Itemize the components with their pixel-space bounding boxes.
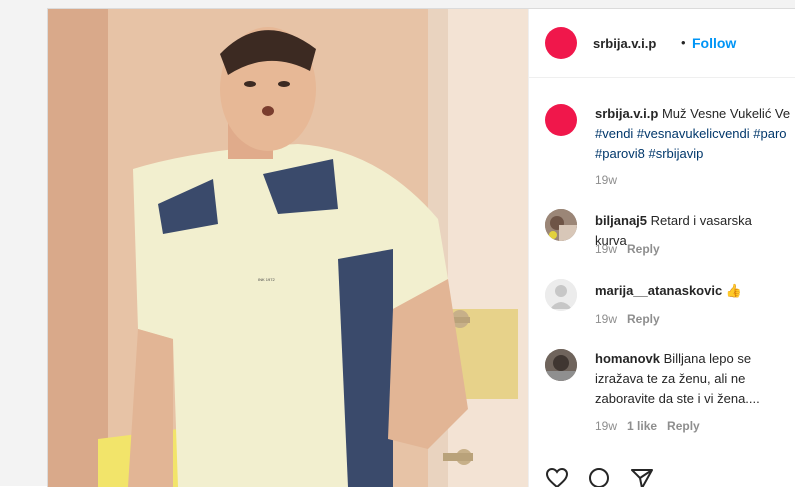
comment-time: 19w	[595, 419, 618, 433]
thumbs-up-icon: 👍	[725, 283, 743, 298]
caption-avatar[interactable]	[545, 104, 577, 136]
post-username[interactable]: srbija.v.i.p	[593, 36, 656, 51]
comment-text: marija__atanaskovic 👍	[595, 281, 785, 301]
caption-time: 19w	[595, 173, 618, 187]
comment-text: homanovk Billjana lepo se izražava te za…	[595, 349, 785, 409]
comment-meta: 19w Reply	[595, 312, 660, 326]
post-actions	[545, 467, 668, 487]
svg-text:INK 1972: INK 1972	[258, 277, 275, 282]
caption-username[interactable]: srbija.v.i.p	[595, 106, 658, 121]
post-side-panel: srbija.v.i.p • Follow srbija.v.i.p Muž V…	[528, 9, 795, 487]
reply-button[interactable]: Reply	[627, 242, 660, 256]
comment-avatar[interactable]	[545, 349, 577, 381]
caption-hashtags-line1[interactable]: #vendi #vesnavukelicvendi #paro	[595, 124, 795, 144]
comment-avatar[interactable]	[545, 209, 577, 241]
comment-username[interactable]: marija__atanaskovic	[595, 283, 722, 298]
comment-time: 19w	[595, 312, 618, 326]
caption-text: Muž Vesne Vukelić Ve	[661, 106, 791, 121]
caption: srbija.v.i.p Muž Vesne Vukelić Ve #vendi…	[595, 104, 795, 164]
heart-icon[interactable]	[545, 467, 569, 487]
comment-body-line3: zaboravite da ste i vi žena....	[595, 391, 760, 406]
comment-time: 19w	[595, 242, 618, 256]
separator-dot: •	[681, 35, 686, 50]
follow-button[interactable]: Follow	[692, 35, 736, 51]
comment-likes[interactable]: 1 like	[627, 419, 657, 433]
post-photo: INK 1972	[48, 9, 528, 487]
avatar[interactable]	[545, 27, 577, 59]
comment-username[interactable]: biljanaj5	[595, 213, 647, 228]
comment-avatar[interactable]	[545, 279, 577, 311]
post-modal: INK 1972 srbija.v.i.p • Follow srbija.v.…	[47, 8, 795, 487]
caption-hashtags-line2[interactable]: #parovi8 #srbijavip	[595, 144, 795, 164]
comment-meta: 19w 1 like Reply	[595, 419, 700, 433]
post-header: srbija.v.i.p • Follow	[529, 9, 795, 78]
comment-body-line1: Billjana lepo se	[663, 351, 752, 366]
comment-username[interactable]: homanovk	[595, 351, 660, 366]
reply-button[interactable]: Reply	[627, 312, 660, 326]
comment-body-line2: izražava te za ženu, ali ne	[595, 371, 746, 386]
share-icon[interactable]	[630, 467, 654, 487]
reply-button[interactable]: Reply	[667, 419, 700, 433]
comment-meta: 19w Reply	[595, 242, 660, 256]
comment-icon[interactable]	[587, 467, 611, 487]
